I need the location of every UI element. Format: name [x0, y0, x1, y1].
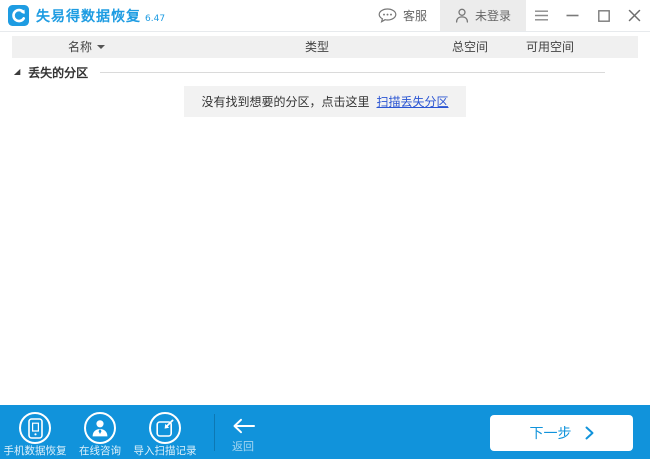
empty-state-text: 没有找到想要的分区，点击这里: [201, 95, 370, 109]
customer-service-label: 客服: [402, 9, 427, 23]
column-header-type: 类型: [305, 40, 330, 54]
import-record-icon: [149, 412, 181, 444]
customer-service-button[interactable]: 客服: [365, 0, 440, 31]
footer-actions: 手机数据恢复 在线咨询 导入扫描记录: [3, 405, 198, 457]
tree-group-label: 丢失的分区: [28, 65, 89, 80]
next-step-button[interactable]: 下一步: [490, 415, 633, 451]
partition-table-header: 名称 类型 总空间 可用空间: [12, 36, 638, 58]
empty-state-message-box: 没有找到想要的分区，点击这里 扫描丢失分区: [184, 86, 466, 117]
sort-dropdown-icon: [97, 45, 106, 49]
maximize-button[interactable]: [588, 0, 619, 31]
tree-group-lost-partitions[interactable]: ◢ 丢失的分区: [14, 63, 605, 81]
phone-data-recovery-button[interactable]: 手机数据恢复: [3, 405, 67, 457]
column-header-free-space: 可用空间: [526, 40, 575, 54]
login-status-label: 未登录: [474, 9, 511, 23]
user-icon: [455, 8, 469, 23]
minimize-button[interactable]: [557, 0, 588, 31]
app-title: 失易得数据恢复: [36, 8, 141, 25]
empty-state-container: 没有找到想要的分区，点击这里 扫描丢失分区: [0, 86, 650, 117]
back-button[interactable]: 返回: [219, 405, 267, 459]
close-icon: [628, 9, 641, 22]
column-header-name[interactable]: 名称: [68, 36, 106, 58]
import-scan-record-label: 导入扫描记录: [133, 445, 197, 457]
menu-button[interactable]: [526, 0, 557, 31]
maximize-icon: [597, 9, 610, 22]
menu-icon: [534, 10, 549, 21]
titlebar: 失易得数据恢复 6.47 客服 未登录: [0, 0, 650, 32]
chevron-right-icon: [585, 426, 594, 440]
minimize-icon: [566, 14, 579, 17]
next-step-label: 下一步: [529, 426, 572, 442]
scan-lost-partition-link[interactable]: 扫描丢失分区: [377, 95, 449, 109]
tree-group-divider: [100, 71, 605, 73]
app-version: 6.47: [145, 14, 166, 24]
column-header-total-space: 总空间: [452, 40, 489, 54]
back-label: 返回: [232, 440, 254, 453]
footer-divider: [214, 414, 215, 451]
footer-toolbar: 手机数据恢复 在线咨询 导入扫描记录 返回 下一步: [0, 405, 650, 459]
online-consult-label: 在线咨询: [79, 445, 121, 457]
import-scan-record-button[interactable]: 导入扫描记录: [133, 405, 197, 457]
online-consult-button[interactable]: 在线咨询: [68, 405, 132, 457]
close-button[interactable]: [619, 0, 650, 31]
tree-expand-icon[interactable]: ◢: [14, 68, 20, 76]
app-logo-icon: [8, 5, 29, 26]
phone-recovery-icon: [19, 412, 51, 444]
online-consult-icon: [84, 412, 116, 444]
back-arrow-icon: [231, 418, 256, 434]
phone-data-recovery-label: 手机数据恢复: [3, 445, 67, 457]
chat-bubble-icon: [378, 8, 397, 23]
login-button[interactable]: 未登录: [439, 0, 526, 31]
